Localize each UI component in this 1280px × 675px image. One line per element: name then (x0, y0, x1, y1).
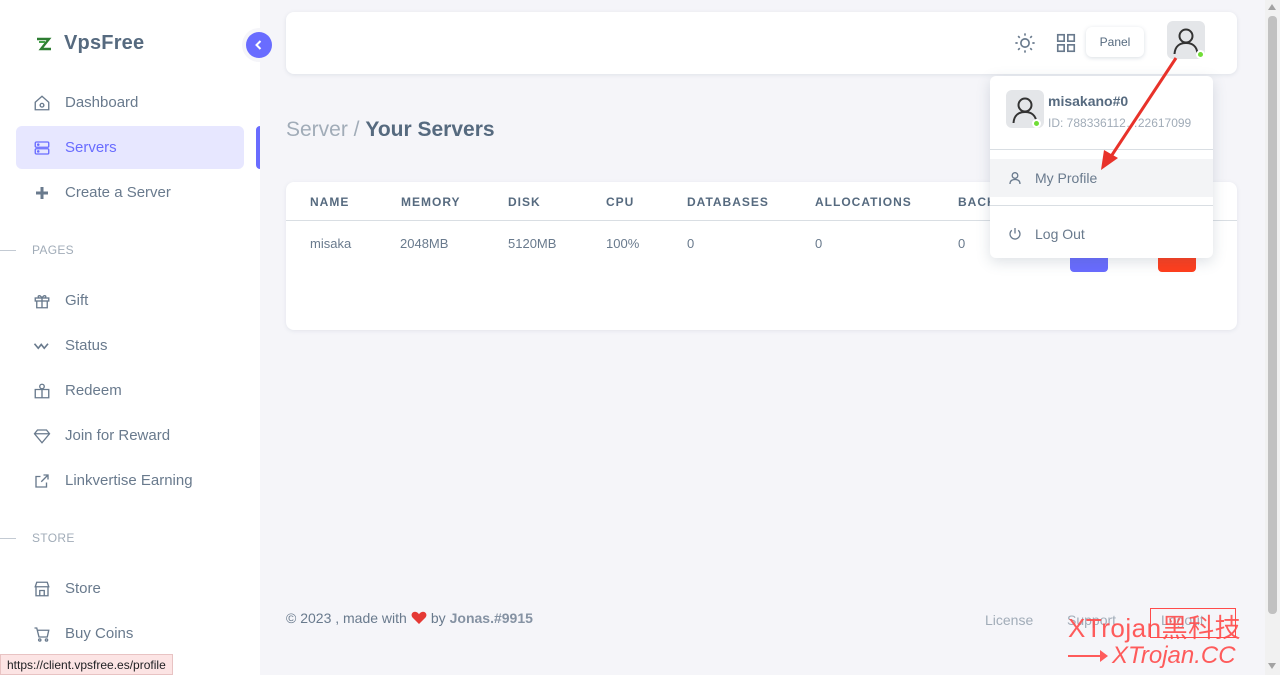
user-icon (1009, 172, 1021, 185)
sidebar-item-store[interactable]: Store (16, 567, 244, 610)
sidebar-item-status[interactable]: Status (16, 324, 244, 367)
footer-author[interactable]: Jonas.#9915 (450, 610, 533, 626)
sidebar-item-gift[interactable]: Gift (16, 279, 244, 322)
power-icon (1009, 228, 1021, 240)
footer-link-license[interactable]: License (985, 612, 1033, 628)
plus-icon (36, 186, 48, 199)
cell-memory: 2048MB (400, 236, 449, 251)
chevron-left-icon (255, 40, 262, 50)
scroll-up-arrow-icon[interactable] (1268, 4, 1276, 10)
sidebar-item-label: Buy Coins (65, 625, 134, 642)
brand-name: VpsFree (64, 32, 145, 54)
heart-icon (411, 611, 427, 624)
user-dropdown-menu: misakano#0 ID: 788336112…22617099 My Pro… (990, 76, 1213, 258)
cell-name: misaka (310, 236, 352, 251)
active-indicator (256, 126, 260, 169)
menu-item-my-profile[interactable]: My Profile (990, 159, 1213, 197)
sidebar: VpsFree Dashboard Servers Create a Serve… (0, 0, 260, 675)
browser-status-bar: https://client.vpsfree.es/profile (0, 654, 173, 675)
cell-cpu: 100% (606, 236, 640, 251)
sidebar-item-create-server[interactable]: Create a Server (16, 171, 244, 214)
sidebar-item-label: Create a Server (65, 184, 171, 201)
dropdown-user-id: ID: 788336112…22617099 (1048, 116, 1192, 130)
menu-item-label: Log Out (1035, 226, 1085, 242)
page-scrollbar[interactable] (1265, 0, 1280, 675)
brand-logo-icon (37, 37, 52, 50)
cart-icon (34, 626, 50, 642)
sidebar-collapse-button[interactable] (242, 28, 276, 62)
gift-icon (34, 294, 50, 308)
watermark-url: XTrojan.CC (1068, 642, 1236, 670)
column-header: MEMORY (401, 195, 461, 209)
diamond-icon (33, 428, 51, 444)
column-header: DATABASES (687, 195, 769, 209)
cell-backups: 0 (958, 236, 966, 251)
sidebar-item-label: Status (65, 337, 108, 354)
user-avatar-button[interactable] (1167, 21, 1205, 59)
sidebar-item-servers[interactable]: Servers (16, 126, 244, 169)
brand[interactable]: VpsFree (36, 32, 144, 55)
online-status-dot (1032, 119, 1041, 128)
page-title: Server / Your Servers (286, 118, 495, 142)
home-icon (34, 94, 50, 110)
section-header-store: STORE (0, 531, 75, 545)
scroll-down-arrow-icon[interactable] (1268, 663, 1276, 669)
sidebar-item-label: Redeem (65, 382, 122, 399)
watermark-arrow-icon (1068, 650, 1108, 662)
sidebar-item-buy-coins[interactable]: Buy Coins (16, 612, 244, 655)
sidebar-item-linkvertise[interactable]: Linkvertise Earning (16, 459, 244, 502)
dropdown-username: misakano#0 (1048, 93, 1129, 109)
section-header-pages: PAGES (0, 243, 74, 257)
cell-databases: 0 (687, 236, 695, 251)
sidebar-item-join-reward[interactable]: Join for Reward (16, 414, 244, 457)
column-header: CPU (606, 195, 635, 209)
grid-icon[interactable] (1055, 32, 1077, 54)
dropdown-divider (990, 149, 1213, 150)
watermark-text: XTrojan黑科技 (1068, 613, 1242, 643)
pulse-icon (33, 342, 49, 350)
external-link-icon (35, 473, 49, 488)
column-header: NAME (310, 195, 350, 209)
sidebar-item-label: Gift (65, 292, 89, 309)
menu-item-label: My Profile (1035, 170, 1098, 186)
sidebar-item-label: Store (65, 580, 101, 597)
sidebar-item-label: Dashboard (65, 94, 139, 111)
footer-credits: © 2023 , made with by Jonas.#9915 (286, 610, 533, 626)
scrollbar-thumb[interactable] (1268, 16, 1277, 614)
sun-icon[interactable] (1014, 32, 1036, 54)
breadcrumb-parent: Server / (286, 118, 360, 141)
breadcrumb-current: Your Servers (365, 118, 495, 141)
column-header: DISK (508, 195, 541, 209)
dropdown-avatar (1006, 90, 1044, 128)
sidebar-item-redeem[interactable]: Redeem (16, 369, 244, 412)
redeem-icon (34, 383, 50, 398)
footer-by: by (430, 610, 446, 626)
sidebar-item-label: Linkvertise Earning (65, 472, 193, 489)
panel-button[interactable]: Panel (1086, 27, 1144, 57)
sidebar-item-label: Servers (65, 139, 117, 156)
cell-disk: 5120MB (508, 236, 557, 251)
top-navbar: Panel (286, 12, 1237, 74)
dropdown-divider (990, 205, 1213, 206)
menu-item-log-out[interactable]: Log Out (990, 215, 1213, 253)
footer-prefix: © 2023 , made with (286, 610, 407, 626)
server-icon (34, 140, 50, 155)
cell-allocations: 0 (815, 236, 823, 251)
sidebar-item-label: Join for Reward (65, 427, 171, 444)
sidebar-item-dashboard[interactable]: Dashboard (16, 81, 244, 124)
store-icon (34, 581, 50, 596)
online-status-dot (1196, 50, 1205, 59)
column-header: ALLOCATIONS (815, 195, 912, 209)
